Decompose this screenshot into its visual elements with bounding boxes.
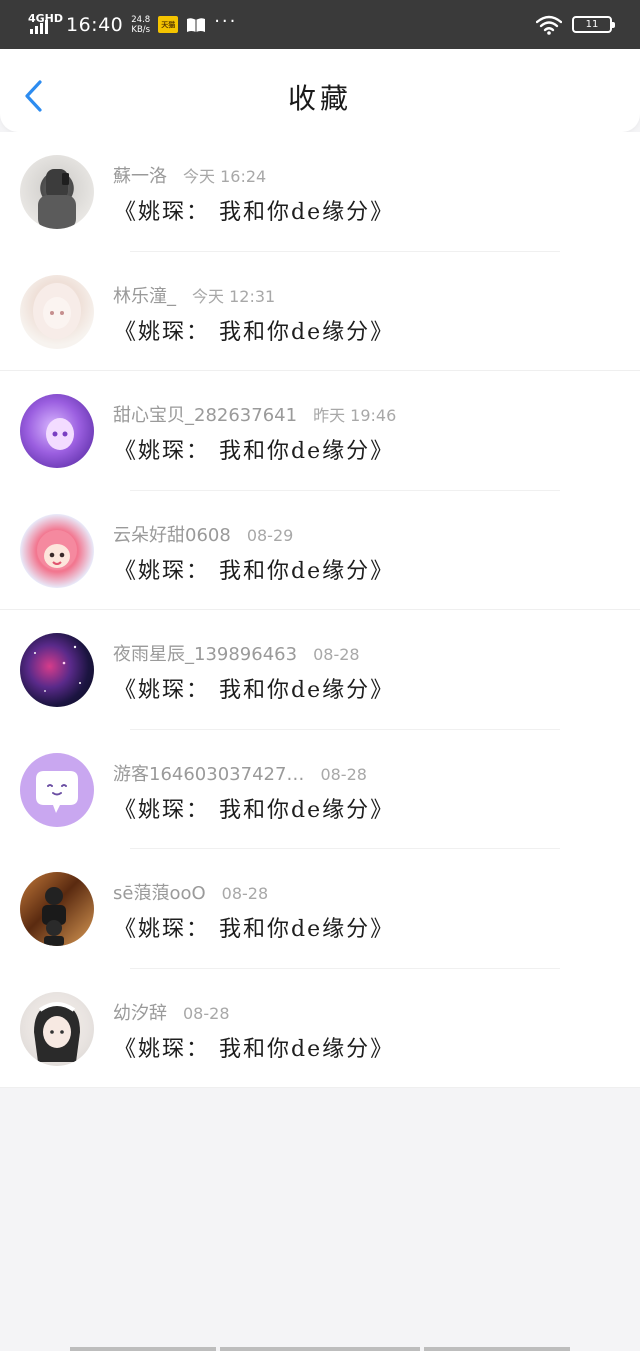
timestamp: 今天 16:24 (183, 167, 267, 186)
avatar[interactable] (20, 394, 94, 468)
timestamp: 08-29 (246, 525, 294, 545)
signal-icon: 4GHD (28, 10, 63, 40)
item-meta: 云朵好甜0608 08-29 (113, 521, 293, 547)
network-speed: 24.8 KB/s (131, 15, 150, 35)
nav-header: 收藏 (0, 49, 640, 132)
username[interactable]: 甜心宝贝_282637641 (113, 401, 297, 427)
avatar[interactable] (20, 155, 94, 229)
overflow-icon: ··· (214, 10, 238, 32)
list-item[interactable]: 云朵好甜0608 08-29 《姚琛： 我和你de缘分》 (0, 491, 640, 611)
speed-unit: KB/s (131, 24, 151, 35)
timestamp: 昨天 19:46 (313, 406, 397, 425)
favorite-title[interactable]: 《姚琛： 我和你de缘分》 (114, 553, 394, 585)
list-item[interactable]: 蘇一洛 今天 16:24 《姚琛： 我和你de缘分》 (0, 132, 640, 252)
status-bar: 4GHD 16:40 24.8 KB/s 天猫 ··· 11 (0, 0, 640, 49)
list-item[interactable]: 夜雨星辰_139896463 08-28 《姚琛： 我和你de缘分》 (0, 610, 640, 730)
username[interactable]: 幼汐辞 (113, 999, 167, 1025)
item-meta: 林乐潼_ 今天 12:31 (113, 282, 275, 308)
username[interactable]: 游客164603037427… (113, 760, 304, 786)
item-meta: 甜心宝贝_282637641 昨天 19:46 (113, 401, 396, 427)
timestamp: 08-28 (183, 1003, 230, 1023)
tmall-app-icon: 天猫 (158, 16, 179, 33)
favorite-title[interactable]: 《姚琛： 我和你de缘分》 (114, 314, 394, 346)
favorite-title[interactable]: 《姚琛： 我和你de缘分》 (114, 194, 394, 226)
status-right: 11 (536, 15, 615, 35)
home-indicator (70, 1347, 570, 1351)
item-meta: sē蒗蒗ooO 08-28 (113, 879, 268, 905)
battery-icon: 11 (572, 16, 615, 33)
battery-level: 11 (585, 19, 599, 30)
book-icon (187, 17, 206, 32)
page-title: 收藏 (287, 82, 352, 115)
username[interactable]: sē蒗蒗ooO (113, 879, 206, 905)
timestamp: 08-28 (313, 645, 360, 664)
favorite-title[interactable]: 《姚琛： 我和你de缘分》 (114, 672, 394, 704)
list-item[interactable]: 林乐潼_ 今天 12:31 《姚琛： 我和你de缘分》 (0, 252, 640, 372)
avatar[interactable] (20, 274, 94, 349)
favorite-title[interactable]: 《姚琛： 我和你de缘分》 (114, 792, 394, 824)
username[interactable]: 夜雨星辰_139896463 (113, 640, 297, 666)
item-meta: 夜雨星辰_139896463 08-28 (113, 640, 360, 666)
list-item[interactable]: 游客164603037427… 08-28 《姚琛： 我和你de缘分》 (0, 730, 640, 850)
avatar[interactable] (20, 633, 94, 707)
list-item[interactable]: 幼汐辞 08-28 《姚琛： 我和你de缘分》 (0, 969, 640, 1089)
avatar[interactable] (20, 991, 94, 1066)
wifi-icon (536, 15, 562, 35)
timestamp: 今天 12:31 (192, 286, 276, 306)
avatar[interactable] (20, 872, 94, 946)
timestamp: 08-28 (221, 884, 269, 903)
favorites-list: 蘇一洛 今天 16:24 《姚琛： 我和你de缘分》 林乐潼_ 今天 12:31… (0, 132, 640, 1088)
speed-value: 24.8 (131, 14, 151, 25)
username[interactable]: 蘇一洛 (113, 162, 167, 188)
item-meta: 游客164603037427… 08-28 (113, 760, 367, 786)
item-meta: 幼汐辞 08-28 (113, 999, 230, 1025)
username[interactable]: 林乐潼_ (113, 282, 176, 308)
favorite-title[interactable]: 《姚琛： 我和你de缘分》 (114, 1031, 394, 1063)
status-left: 4GHD 16:40 24.8 KB/s 天猫 ··· (28, 10, 237, 40)
list-item[interactable]: sē蒗蒗ooO 08-28 《姚琛： 我和你de缘分》 (0, 849, 640, 969)
list-item[interactable]: 甜心宝贝_282637641 昨天 19:46 《姚琛： 我和你de缘分》 (0, 371, 640, 491)
avatar[interactable] (20, 513, 94, 588)
timestamp: 08-28 (320, 764, 367, 784)
avatar[interactable] (20, 752, 94, 827)
status-time: 16:40 (66, 13, 124, 36)
favorite-title[interactable]: 《姚琛： 我和你de缘分》 (114, 433, 394, 465)
username[interactable]: 云朵好甜0608 (113, 521, 231, 547)
item-meta: 蘇一洛 今天 16:24 (113, 162, 266, 188)
favorite-title[interactable]: 《姚琛： 我和你de缘分》 (114, 911, 394, 943)
